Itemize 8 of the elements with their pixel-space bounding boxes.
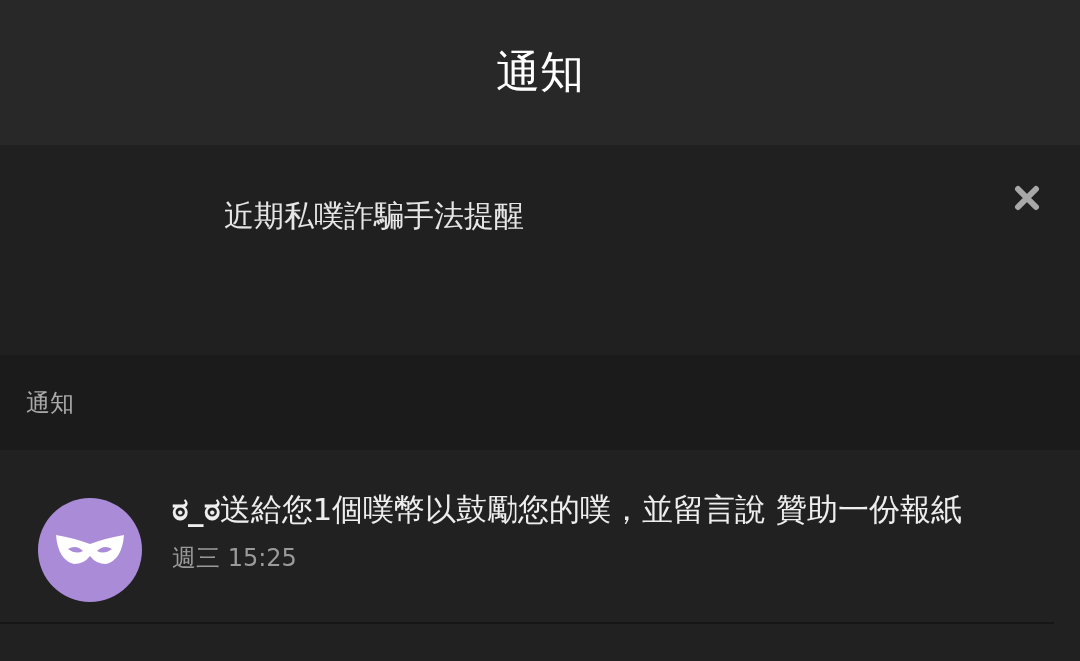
banner-text[interactable]: 近期私噗詐騙手法提醒: [224, 196, 524, 237]
close-icon[interactable]: [1014, 185, 1040, 211]
mask-avatar-icon: [38, 498, 142, 602]
notification-item[interactable]: ಠ_ಠ送給您1個噗幣以鼓勵您的噗，並留言說 贊助一份報紙 週三 15:25: [0, 450, 1054, 624]
page-title: 通知: [496, 45, 584, 99]
notification-message: ಠ_ಠ送給您1個噗幣以鼓勵您的噗，並留言說 贊助一份報紙: [172, 490, 963, 529]
section-label: 通知: [26, 387, 74, 419]
notification-time: 週三 15:25: [172, 543, 298, 574]
